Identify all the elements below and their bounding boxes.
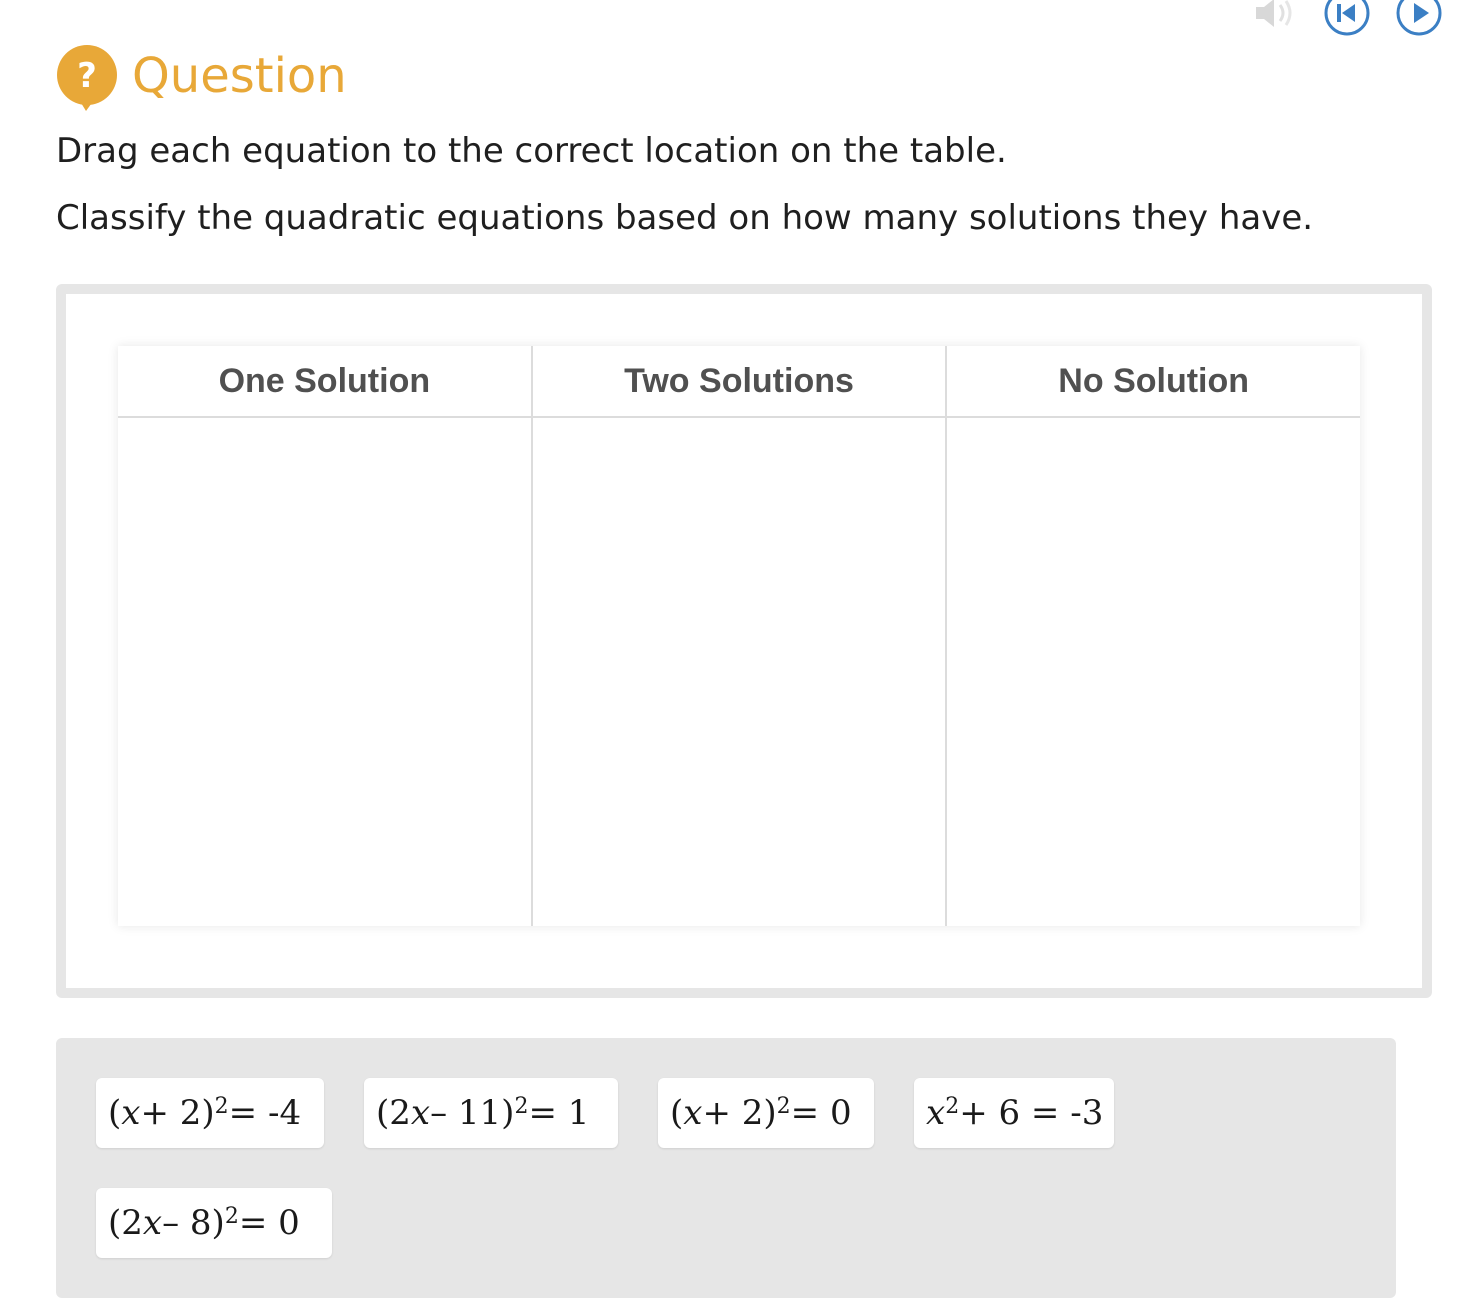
equation-variable: x bbox=[121, 1093, 141, 1133]
equation-part: + 2) bbox=[140, 1093, 215, 1133]
drop-zone-one-solution[interactable] bbox=[118, 418, 531, 926]
column-one-solution: One Solution bbox=[118, 346, 533, 926]
column-header-one-solution: One Solution bbox=[118, 346, 531, 418]
equation-tile[interactable]: x2 + 6 = -3 bbox=[914, 1078, 1114, 1148]
equation-variable: x bbox=[142, 1203, 163, 1243]
equation-part: = -4 bbox=[228, 1093, 302, 1133]
equation-variable: x bbox=[683, 1093, 703, 1133]
rewind-icon[interactable] bbox=[1322, 0, 1372, 38]
instruction-classify: Classify the quadratic equations based o… bbox=[56, 198, 1314, 238]
equation-tile[interactable]: (2 x – 8) 2 = 0 bbox=[96, 1188, 332, 1258]
equation-part: – 8) bbox=[162, 1203, 225, 1243]
equation-part: + 6 = -3 bbox=[959, 1093, 1104, 1133]
drop-zone-two-solutions[interactable] bbox=[533, 418, 946, 926]
equation-variable: x bbox=[926, 1093, 946, 1133]
drop-zone-no-solution[interactable] bbox=[947, 418, 1360, 926]
equation-part: (2 bbox=[108, 1203, 143, 1243]
equation-part: ( bbox=[670, 1093, 684, 1133]
equation-part: = 0 bbox=[790, 1093, 852, 1133]
column-two-solutions: Two Solutions bbox=[532, 346, 948, 926]
question-bubble-icon: ? bbox=[57, 45, 117, 111]
equation-part: ( bbox=[108, 1093, 122, 1133]
tile-bank: (x + 2) 2 = -4 (2 x – 11) 2 = 1 (x + 2) 2 = … bbox=[56, 1038, 1396, 1298]
question-glyph: ? bbox=[77, 56, 97, 96]
equation-part: (2 bbox=[376, 1093, 411, 1133]
table-frame: One Solution Two Solutions No Solution bbox=[56, 284, 1432, 998]
equation-variable: x bbox=[410, 1093, 431, 1133]
equation-part: = 0 bbox=[238, 1203, 300, 1243]
question-header: ? Question bbox=[56, 44, 347, 112]
equation-tile[interactable]: (2 x – 11) 2 = 1 bbox=[364, 1078, 618, 1148]
sorting-table: One Solution Two Solutions No Solution bbox=[118, 346, 1361, 926]
column-no-solution: No Solution bbox=[947, 346, 1361, 926]
equation-tile[interactable]: (x + 2) 2 = 0 bbox=[658, 1078, 874, 1148]
play-icon[interactable] bbox=[1394, 0, 1444, 38]
instruction-drag: Drag each equation to the correct locati… bbox=[56, 131, 1007, 171]
equation-part: + 2) bbox=[702, 1093, 777, 1133]
equation-part: – 11) bbox=[430, 1093, 515, 1133]
equation-tile[interactable]: (x + 2) 2 = -4 bbox=[96, 1078, 324, 1148]
column-header-no-solution: No Solution bbox=[947, 346, 1361, 418]
column-header-two-solutions: Two Solutions bbox=[532, 346, 946, 418]
speaker-icon[interactable] bbox=[1252, 0, 1300, 33]
equation-part: = 1 bbox=[528, 1093, 590, 1133]
page-title: Question bbox=[132, 48, 347, 104]
media-toolbar bbox=[1252, 0, 1444, 38]
